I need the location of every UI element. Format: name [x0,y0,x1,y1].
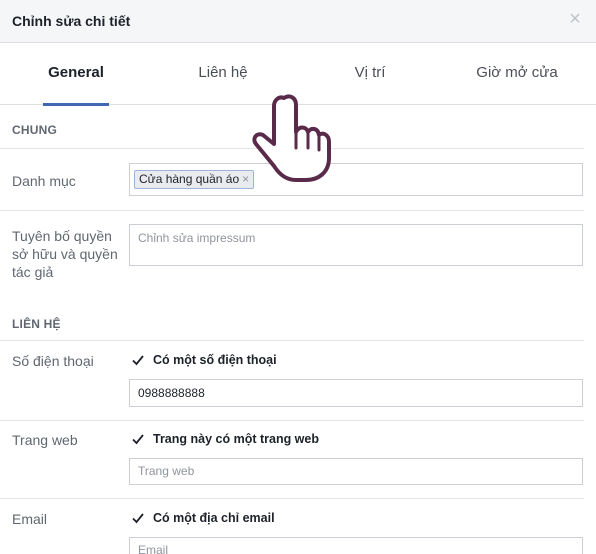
email-input[interactable]: Email [129,537,583,554]
tab-general[interactable]: General [43,43,109,106]
category-label: Danh mục [12,173,76,189]
section-heading-contact: LIÊN HỆ [12,317,61,331]
website-checkbox-label: Trang này có một trang web [153,432,319,446]
dialog-title: Chỉnh sửa chi tiết [12,13,131,29]
email-label: Email [12,511,48,527]
category-token-label: Cửa hàng quần áo [139,172,240,186]
checkmark-icon[interactable] [131,511,145,525]
dialog-header: Chỉnh sửa chi tiết × [0,0,596,43]
email-checkbox-row[interactable]: Có một địa chỉ email [131,511,275,525]
category-token[interactable]: Cửa hàng quần áo × [134,170,255,189]
phone-value: 0988888888 [138,386,205,400]
website-checkbox-row[interactable]: Trang này có một trang web [131,432,319,446]
hand-pointer-icon [252,94,331,182]
divider [0,498,584,499]
phone-input[interactable]: 0988888888 [129,379,583,407]
tab-location[interactable]: Vị trí [339,43,401,105]
category-input[interactable]: Cửa hàng quần áo × [129,163,583,196]
email-placeholder: Email [138,543,169,554]
impressum-field[interactable]: Chỉnh sửa impressum [129,224,583,266]
phone-checkbox-row[interactable]: Có một số điện thoại [131,353,277,367]
phone-checkbox-label: Có một số điện thoại [153,353,277,367]
impressum-placeholder: Chỉnh sửa impressum [138,231,256,245]
divider [0,210,584,211]
impressum-label: Tuyên bố quyền sở hữu và quyền tác giả [12,228,118,280]
divider [0,340,584,341]
tab-hours[interactable]: Giờ mở cửa [462,43,572,105]
checkmark-icon[interactable] [131,432,145,446]
website-label: Trang web [12,432,78,448]
website-placeholder: Trang web [138,464,195,478]
section-heading-general: CHUNG [12,123,57,137]
website-input[interactable]: Trang web [129,458,583,485]
checkmark-icon[interactable] [131,353,145,367]
phone-label: Số điện thoại [12,353,94,369]
email-checkbox-label: Có một địa chỉ email [153,511,275,525]
close-icon[interactable]: × [566,9,584,29]
divider [0,420,584,421]
